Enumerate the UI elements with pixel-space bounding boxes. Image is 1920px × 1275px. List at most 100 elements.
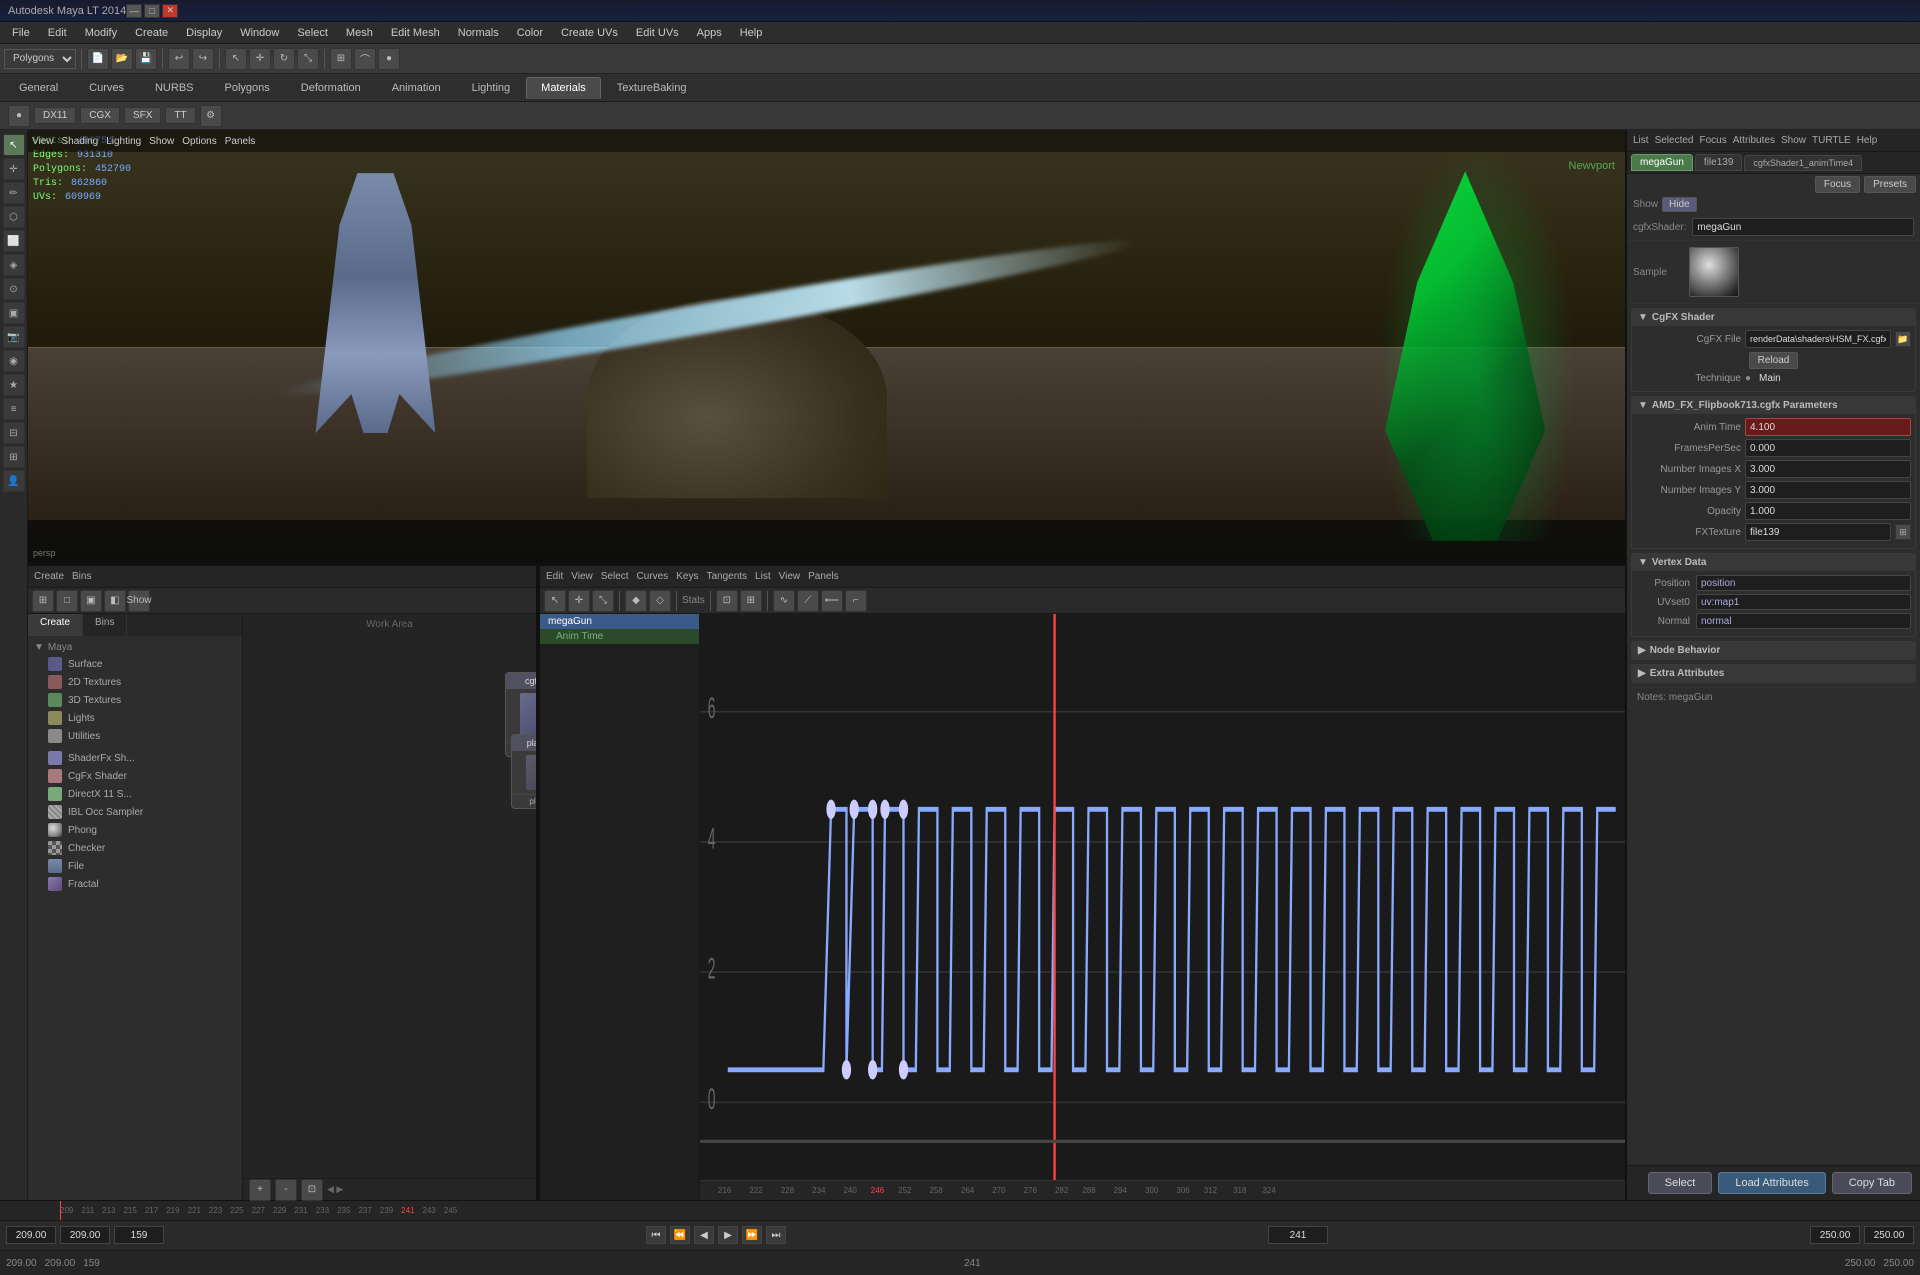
tool-marquee[interactable]: ⬜ [3,230,25,252]
vp-menu-lighting[interactable]: Lighting [106,136,141,147]
tb-scale[interactable]: ⤡ [297,48,319,70]
menu-create-uvs[interactable]: Create UVs [553,25,626,41]
hs-tb-1[interactable]: ⊞ [32,590,54,612]
ae-fxtex-input[interactable] [1745,523,1891,541]
ae-nimgx-input[interactable] [1745,460,1911,478]
ge-menu-select[interactable]: Select [601,571,629,582]
tc-range-end[interactable] [1864,1226,1914,1244]
vp-menu-shading[interactable]: Shading [62,136,99,147]
ae-extraattrs-header[interactable]: ▶ Extra Attributes [1632,665,1915,682]
vp-menu-view[interactable]: View [32,136,54,147]
tc-start-field[interactable] [6,1226,56,1244]
tool-select[interactable]: ↖ [3,134,25,156]
ge-tb-move[interactable]: ✛ [568,590,590,612]
tab-curves[interactable]: Curves [74,77,139,99]
tb-select[interactable]: ↖ [225,48,247,70]
hs-menu-bins[interactable]: Bins [72,571,91,582]
ae-load-attrs-btn[interactable]: Load Attributes [1718,1172,1825,1194]
ge-tb-select[interactable]: ↖ [544,590,566,612]
tool-tweak[interactable]: ◈ [3,254,25,276]
shader-file[interactable]: File [32,857,238,875]
ge-menu-list[interactable]: List [755,571,771,582]
ae-params-header[interactable]: ▼ AMD_FX_Flipbook713.cgfx Parameters [1632,397,1915,414]
ge-menu-panels[interactable]: Panels [808,571,839,582]
close-btn[interactable]: ✕ [162,4,178,18]
ae-menu-turtle[interactable]: TURTLE [1812,135,1851,146]
renderer-sfx[interactable]: SFX [124,107,161,124]
ge-tb-tangent-flat[interactable]: ⟵ [821,590,843,612]
menu-edit-mesh[interactable]: Edit Mesh [383,25,448,41]
ae-position-input[interactable] [1696,575,1911,591]
renderer-tt[interactable]: TT [165,107,195,124]
tb-rotate[interactable]: ↻ [273,48,295,70]
ae-select-btn[interactable]: Select [1648,1172,1713,1194]
minimize-btn[interactable]: — [126,4,142,18]
ae-tab-animtime[interactable]: cgfxShader1_animTime4 [1744,155,1862,171]
ae-cgfx-file-input[interactable] [1745,330,1891,348]
tb-snap-curve[interactable]: ⌒ [354,48,376,70]
tb-redo[interactable]: ↪ [192,48,214,70]
ae-menu-selected[interactable]: Selected [1655,135,1694,146]
tab-materials[interactable]: Materials [526,77,601,99]
ae-presets-btn[interactable]: Presets [1864,176,1916,193]
tool-fx[interactable]: ★ [3,374,25,396]
shader-utilities[interactable]: Utilities [32,727,238,745]
hs-tab-bins[interactable]: Bins [83,614,127,636]
tool-3d[interactable]: ▣ [3,302,25,324]
hs-bottom-zoom-out[interactable]: - [275,1179,297,1201]
ge-menu-edit[interactable]: Edit [546,571,563,582]
shader-ibl[interactable]: IBL Occ Sampler [32,803,238,821]
ge-tb-frame-sel[interactable]: ⊞ [740,590,762,612]
ge-menu-curves[interactable]: Curves [637,571,669,582]
tool-render[interactable]: ◉ [3,350,25,372]
tool-attr[interactable]: ⊟ [3,422,25,444]
hs-tb-2[interactable]: □ [56,590,78,612]
ge-tb-scale[interactable]: ⤡ [592,590,614,612]
ge-menu-view2[interactable]: View [779,571,801,582]
hs-bottom-zoom-in[interactable]: + [249,1179,271,1201]
shader-fractal[interactable]: Fractal [32,875,238,893]
tb-undo[interactable]: ↩ [168,48,190,70]
tab-texturebaking[interactable]: TextureBaking [602,77,702,99]
ae-menu-show[interactable]: Show [1781,135,1806,146]
hs-work-area[interactable]: Work Area cgfxShade... [243,614,536,1178]
ae-menu-focus[interactable]: Focus [1699,135,1726,146]
ae-menu-help[interactable]: Help [1857,135,1878,146]
shader-checker[interactable]: Checker [32,839,238,857]
hs-bottom-fit[interactable]: ⊡ [301,1179,323,1201]
hs-scroll-x[interactable]: ◀ ▶ [327,1184,343,1195]
hs-tb-show[interactable]: Show [128,590,150,612]
renderer-cgx[interactable]: CGX [80,107,120,124]
menu-edit[interactable]: Edit [40,25,75,41]
tool-move2[interactable]: ✛ [3,158,25,180]
shader-cgfx[interactable]: CgFx Shader [32,767,238,785]
tc-btn-first[interactable]: ⏮ [646,1226,666,1244]
ge-menu-view[interactable]: View [571,571,593,582]
tc-range-start[interactable] [1810,1226,1860,1244]
tool-sculpt[interactable]: ⊙ [3,278,25,300]
tc-btn-prev[interactable]: ◀ [694,1226,714,1244]
ge-graph-area[interactable]: 6 4 2 0 [700,614,1625,1200]
tool-paint[interactable]: ✏ [3,182,25,204]
shader-shaderfx[interactable]: ShaderFx Sh... [32,749,238,767]
menu-create[interactable]: Create [127,25,176,41]
vp-menu-panels[interactable]: Panels [225,136,256,147]
vp-menu-show[interactable]: Show [149,136,174,147]
ae-normal-input[interactable] [1696,613,1911,629]
menu-file[interactable]: File [4,25,38,41]
shader-2dtex[interactable]: 2D Textures [32,673,238,691]
tc-btn-next[interactable]: ⏩ [742,1226,762,1244]
menu-select[interactable]: Select [289,25,336,41]
menu-mesh[interactable]: Mesh [338,25,381,41]
tool-layer[interactable]: ≡ [3,398,25,420]
tc-field-left[interactable] [60,1226,110,1244]
ge-tb-tangent-linear[interactable]: ⟋ [797,590,819,612]
menu-display[interactable]: Display [178,25,230,41]
hs-tb-3[interactable]: ▣ [80,590,102,612]
ae-animtime-input[interactable] [1745,418,1911,436]
ae-uvset-input[interactable] [1696,594,1911,610]
ae-tab-file139[interactable]: file139 [1695,154,1742,171]
ae-nodebehavior-header[interactable]: ▶ Node Behavior [1632,642,1915,659]
shader-directx[interactable]: DirectX 11 S... [32,785,238,803]
ge-tb-frame-all[interactable]: ⊡ [716,590,738,612]
